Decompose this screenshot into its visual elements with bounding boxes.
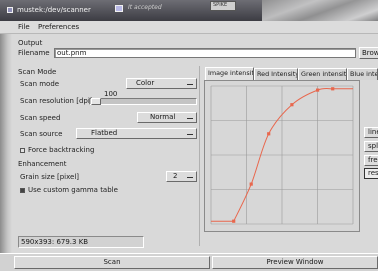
scan-mode-label: Scan mode: [20, 80, 60, 88]
window-maximize-button[interactable]: [115, 5, 123, 12]
scan-speed-select[interactable]: Normal: [137, 112, 197, 123]
scan-source-value: Flatbed: [91, 129, 118, 137]
background-window-text: It accepted: [128, 4, 162, 11]
scan-mode-value: Color: [136, 79, 155, 87]
force-backtracking-checkbox[interactable]: [20, 148, 25, 153]
tab-red-intensity[interactable]: Red Intensity: [254, 68, 298, 80]
scan-speed-label: Scan speed: [20, 114, 61, 122]
gamma-control-point[interactable]: [267, 132, 271, 136]
custom-gamma-label: Use custom gamma table: [28, 186, 118, 194]
image-info-status: 590x393: 679.3 KB: [18, 236, 144, 248]
tab-green-intensity[interactable]: Green intensity: [298, 68, 347, 80]
grain-size-label: Grain size [pixel]: [20, 173, 80, 181]
browse-button[interactable]: Browse: [359, 47, 378, 59]
scan-resolution-label: Scan resolution [dpi]: [20, 97, 93, 105]
tab-blue-intensity[interactable]: Blue intensity: [347, 68, 378, 80]
scan-button[interactable]: Scan: [14, 256, 210, 269]
dropdown-arrow-icon: [187, 134, 193, 135]
gamma-control-point[interactable]: [232, 219, 236, 223]
window-menu-icon[interactable]: [7, 7, 13, 13]
gamma-grid: [210, 85, 354, 225]
preview-window-button[interactable]: Preview Window: [212, 256, 378, 269]
filename-label: Filename: [18, 49, 50, 57]
scan-speed-value: Normal: [150, 113, 176, 121]
scan-mode-section-title: Scan Mode: [18, 68, 57, 76]
dropdown-arrow-icon: [187, 177, 193, 178]
custom-gamma-checkbox[interactable]: [20, 188, 25, 193]
scanner-left-edge: [0, 21, 12, 271]
curve-spline-button[interactable]: spline: [364, 141, 378, 152]
gamma-curve-editor[interactable]: [207, 82, 357, 228]
filename-input[interactable]: out.pnm: [54, 48, 356, 58]
dropdown-arrow-icon: [187, 84, 193, 85]
background-glare: [262, 0, 378, 22]
enhancement-section-title: Enhancement: [18, 160, 67, 168]
scan-mode-select[interactable]: Color: [126, 78, 197, 89]
gamma-control-point[interactable]: [316, 88, 320, 92]
output-section-title: Output: [18, 39, 43, 47]
pane-separator: [199, 66, 200, 246]
curve-free-button[interactable]: free: [364, 155, 378, 166]
tab-image-intensity[interactable]: Image intensity: [205, 67, 254, 80]
scan-source-select[interactable]: Flatbed: [76, 128, 197, 139]
window-title: mustek:/dev/scanner: [17, 6, 91, 14]
gamma-control-point[interactable]: [290, 103, 294, 107]
scan-resolution-value: 100: [104, 90, 118, 98]
background-card-text: SPIKE: [213, 2, 228, 8]
scan-source-label: Scan source: [20, 130, 63, 138]
gamma-control-point[interactable]: [249, 182, 253, 186]
scan-resolution-slider[interactable]: [89, 98, 197, 105]
grain-size-select[interactable]: 2: [166, 171, 197, 182]
curve-linear-button[interactable]: linear: [364, 127, 378, 138]
grain-size-value: 2: [173, 172, 178, 180]
menu-file[interactable]: File: [18, 23, 30, 31]
force-backtracking-label: Force backtracking: [28, 146, 95, 154]
menu-preferences[interactable]: Preferences: [38, 23, 79, 31]
gamma-control-point[interactable]: [331, 87, 335, 91]
dropdown-arrow-icon: [187, 118, 193, 119]
curve-reset-button[interactable]: reset: [364, 168, 378, 179]
scan-resolution-slider-thumb[interactable]: [91, 98, 101, 105]
